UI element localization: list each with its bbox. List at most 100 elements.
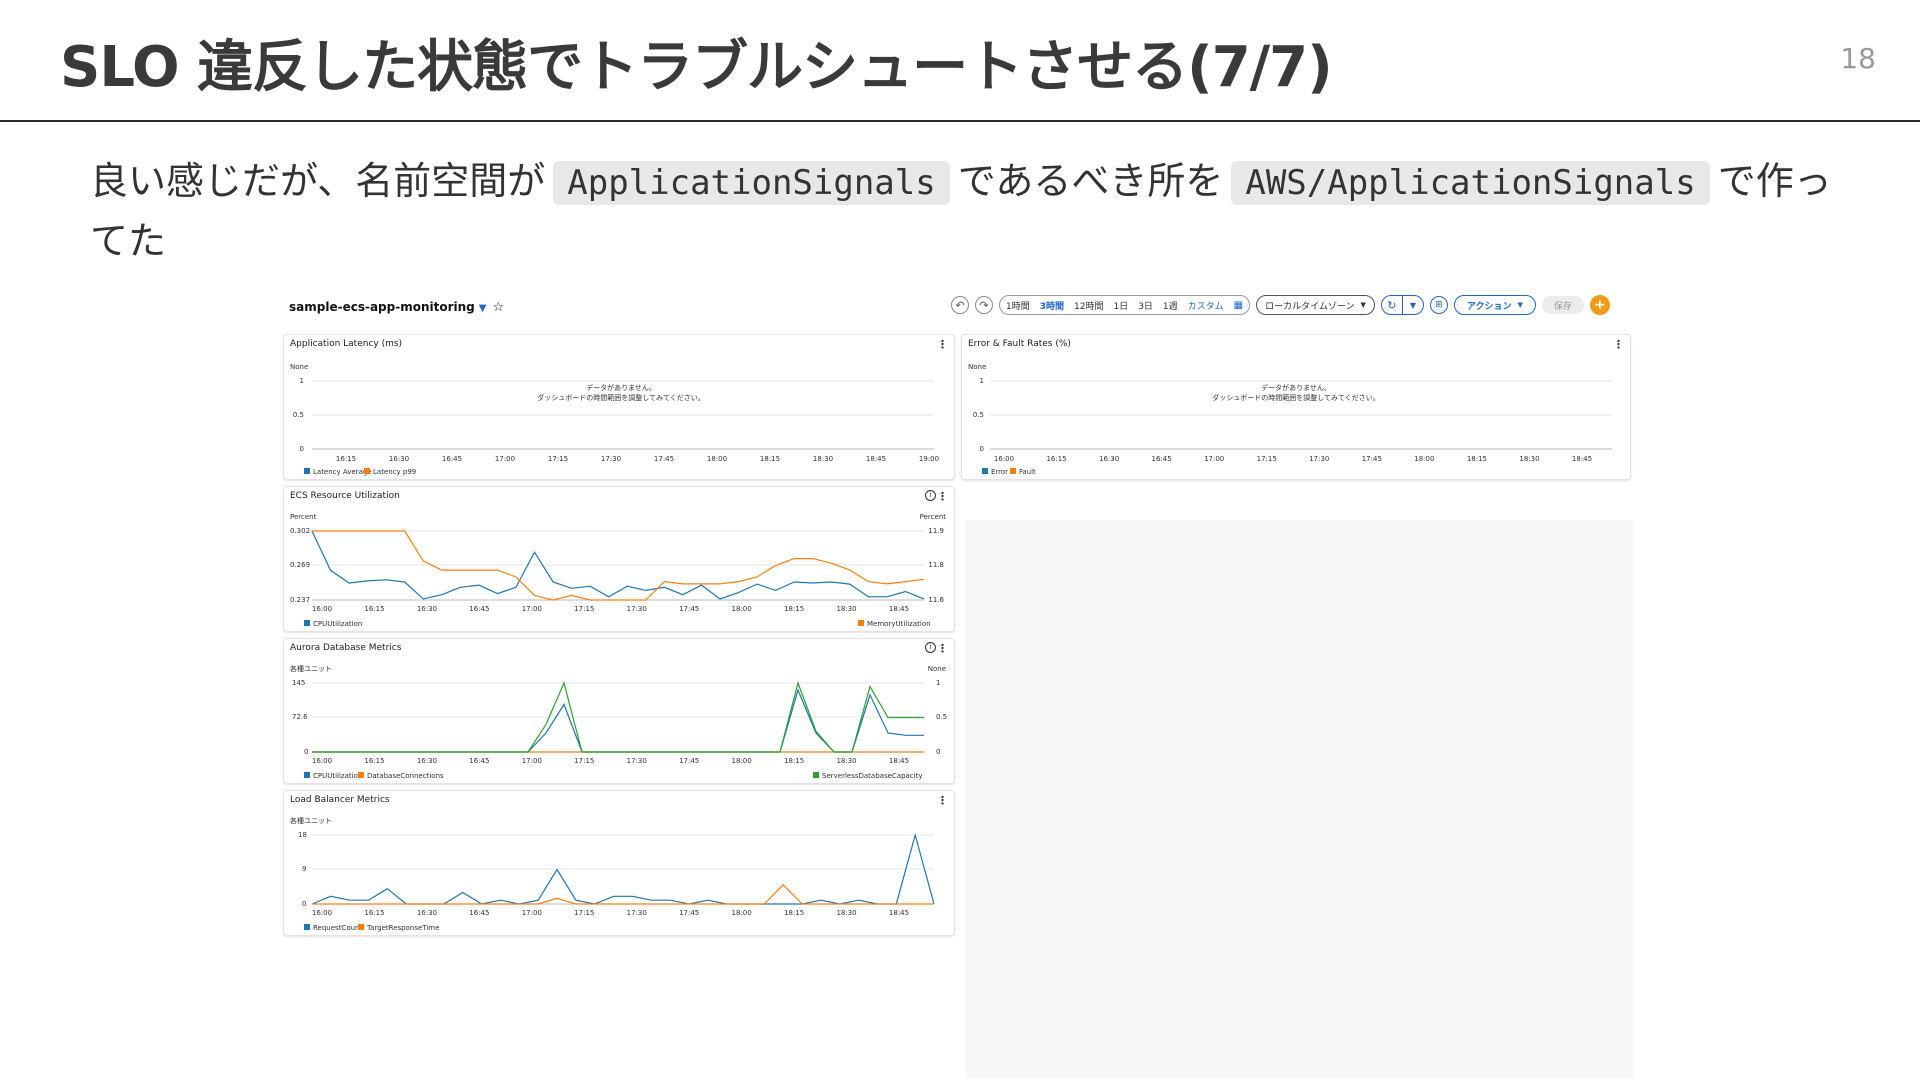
time-range-12h[interactable]: 12時間 [1074,299,1103,312]
legend-label[interactable]: CPUUtilization [313,620,362,628]
widget-aurora-database-metrics: Aurora Database Metrics i ⋮ 各種ユニット None … [283,638,955,784]
legend-label[interactable]: TargetResponseTime [366,924,439,932]
x-tick-label: 17:15 [548,455,568,463]
legend-swatch-memory [858,620,864,626]
dashboard-name[interactable]: sample-ecs-app-monitoring [289,300,475,314]
body-text-part-2: であるべき所を [957,159,1224,203]
time-range-3h[interactable]: 3時間 [1040,299,1064,312]
legend-swatch-cpu [304,620,310,626]
time-range-custom[interactable]: カスタム [1188,299,1224,312]
y-tick-label: 0.237 [290,596,310,604]
widget-load-balancer-metrics: Load Balancer Metrics ⋮ 各種ユニット 18 9 0 16… [283,790,955,936]
legend-swatch-latency-average [304,468,310,474]
legend-swatch-cpu [304,772,310,778]
x-tick-label: 17:15 [574,757,594,765]
x-tick-label: 18:30 [1519,455,1539,463]
legend-swatch-connections [358,772,364,778]
x-tick-label: 17:00 [522,757,542,765]
right-unit-label: Percent [920,513,947,521]
empty-message-line-2: ダッシュボードの時間範囲を調整してみてください。 [1212,393,1380,402]
fullscreen-icon[interactable]: ⊞ [1429,296,1448,314]
y-tick-label: 11.8 [928,561,944,569]
time-range-1d[interactable]: 1日 [1113,299,1128,312]
right-unit-label: None [928,665,946,673]
legend-label[interactable]: MemoryUtilization [867,620,931,628]
x-tick-label: 16:45 [469,757,489,765]
legend-swatch-request-count [304,924,310,930]
y-tick-label: 0 [304,748,308,756]
legend-label[interactable]: Latency Average [313,468,372,476]
y-tick-label: 11.9 [928,527,944,535]
x-tick-label: 17:00 [522,605,542,613]
y-tick-label: 0 [302,900,306,908]
x-tick-label: 17:45 [679,757,699,765]
x-tick-label: 16:15 [336,455,356,463]
legend-label[interactable]: Fault [1019,468,1036,476]
time-range-1h[interactable]: 1時間 [1006,299,1030,312]
series-line-cpuutilization [312,688,924,753]
x-ticks: 16:00 16:15 16:30 16:45 17:00 17:15 17:30 17:45… [312,909,909,917]
x-tick-label: 18:00 [732,909,752,917]
x-tick-label: 18:00 [732,605,752,613]
legend-label[interactable]: ServerlessDatabaseCapacity [822,772,923,780]
refresh-interval-dropdown-icon[interactable]: ▼ [1401,296,1423,314]
legend-label[interactable]: Error [991,468,1008,476]
x-tick-label: 16:45 [469,605,489,613]
legend-swatch-response-time [358,924,364,930]
redo-icon[interactable]: ↷ [975,296,993,314]
x-tick-label: 17:45 [679,909,699,917]
x-tick-label: 18:15 [1467,455,1487,463]
widget-application-latency: Application Latency (ms) ⋮ None 1 0.5 0 … [283,334,955,480]
x-tick-label: 17:15 [1257,455,1277,463]
calendar-icon[interactable]: ▦ [1234,300,1243,311]
x-tick-label: 18:30 [836,605,856,613]
x-tick-label: 18:15 [784,909,804,917]
legend-swatch-capacity [813,772,819,778]
dashboard-dropdown-caret-icon[interactable]: ▼ [479,303,487,314]
x-tick-label: 16:00 [312,757,332,765]
x-tick-label: 17:00 [522,909,542,917]
save-button[interactable]: 保存 [1541,296,1584,314]
refresh-icon[interactable]: ↻ [1382,296,1402,314]
undo-icon[interactable]: ↶ [951,296,969,314]
legend-label[interactable]: DatabaseConnections [367,772,444,780]
dashboard-title: sample-ecs-app-monitoring ▼ ☆ [289,300,504,315]
x-tick-label: 18:45 [1572,455,1592,463]
chevron-down-icon: ▼ [1360,301,1366,309]
x-tick-label: 16:30 [389,455,409,463]
x-tick-label: 16:00 [312,605,332,613]
x-tick-label: 17:45 [679,605,699,613]
dashboard-screenshot: sample-ecs-app-monitoring ▼ ☆ ↶ ↷ 1時間 3時間 … [283,288,1633,1078]
x-tick-label: 18:30 [813,455,833,463]
x-tick-label: 17:30 [627,909,647,917]
legend-label[interactable]: CPUUtilization [313,772,362,780]
lb-chart: 各種ユニット 18 9 0 16:00 16:15 16:30 16:45 17:00 1… [290,816,935,932]
x-tick-label: 16:30 [417,757,437,765]
legend-label[interactable]: RequestCount [313,924,362,932]
x-tick-label: 17:15 [574,909,594,917]
empty-message-line-1: データがありません。 [586,383,656,392]
x-tick-label: 17:00 [1204,455,1224,463]
x-ticks: 16:00 16:15 16:30 16:45 17:00 17:15 17:30 17:45… [312,605,909,613]
legend-label[interactable]: Latency p99 [373,468,416,476]
legend-swatch-latency-p99 [364,468,370,474]
x-tick-label: 17:45 [1362,455,1382,463]
x-tick-label: 16:45 [1152,455,1172,463]
y-tick-label: 0.302 [290,527,310,535]
x-tick-label: 19:00 [919,455,939,463]
timezone-select[interactable]: ローカルタイムゾーン ▼ [1256,295,1375,315]
time-range-1w[interactable]: 1週 [1163,299,1178,312]
x-tick-label: 17:45 [654,455,674,463]
x-tick-label: 18:45 [889,757,909,765]
left-unit-label: 各種ユニット [290,664,332,673]
actions-button[interactable]: アクション ▼ [1453,295,1536,315]
add-widget-button[interactable]: + [1589,295,1610,315]
y-tick-label: 0.269 [290,561,310,569]
x-tick-label: 18:45 [866,455,886,463]
y-tick-label: 72.6 [292,713,308,721]
page-number: 18 [1840,42,1876,75]
x-tick-label: 17:30 [1309,455,1329,463]
time-range-3d[interactable]: 3日 [1138,299,1153,312]
y-tick-label: 18 [298,831,307,839]
favorite-star-icon[interactable]: ☆ [492,300,504,315]
